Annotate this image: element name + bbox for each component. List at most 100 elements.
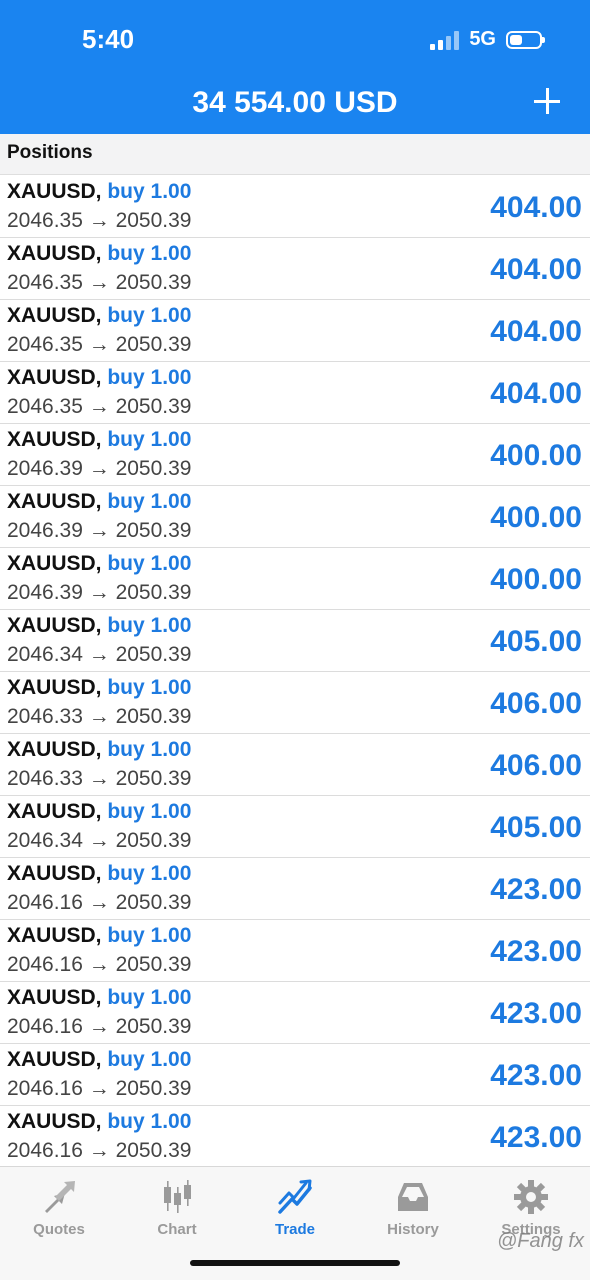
tab-chart[interactable]: Chart xyxy=(118,1173,236,1238)
position-prices: 2046.34 → 2050.39 xyxy=(7,643,192,666)
position-profit: 406.00 xyxy=(490,687,582,720)
position-side: buy 1.00 xyxy=(107,1048,192,1071)
position-row[interactable]: XAUUSD, buy 1.00 2046.35 → 2050.39 404.00 xyxy=(0,362,590,424)
position-symbol: XAUUSD, xyxy=(7,862,102,885)
tab-label: Chart xyxy=(157,1221,197,1238)
position-profit: 423.00 xyxy=(490,997,582,1030)
position-title: XAUUSD, buy 1.00 xyxy=(7,180,191,204)
position-prices: 2046.35 → 2050.39 xyxy=(7,395,192,418)
position-symbol: XAUUSD, xyxy=(7,1048,102,1071)
position-title: XAUUSD, buy 1.00 xyxy=(7,1048,191,1072)
position-side: buy 1.00 xyxy=(107,490,192,513)
position-title: XAUUSD, buy 1.00 xyxy=(7,428,191,452)
position-row[interactable]: XAUUSD, buy 1.00 2046.35 → 2050.39 404.00 xyxy=(0,176,590,238)
quotes-arrows-icon xyxy=(45,1181,75,1213)
position-prices: 2046.16 → 2050.39 xyxy=(7,1139,192,1162)
position-profit: 423.00 xyxy=(490,935,582,968)
position-title: XAUUSD, buy 1.00 xyxy=(7,800,191,824)
position-side: buy 1.00 xyxy=(107,552,192,575)
trade-trend-icon xyxy=(278,1179,312,1214)
position-row[interactable]: XAUUSD, buy 1.00 2046.16 → 2050.39 423.00 xyxy=(0,1106,590,1168)
position-prices: 2046.16 → 2050.39 xyxy=(7,1077,192,1100)
position-row[interactable]: XAUUSD, buy 1.00 2046.39 → 2050.39 400.00 xyxy=(0,486,590,548)
add-order-button[interactable] xyxy=(534,88,560,114)
position-symbol: XAUUSD, xyxy=(7,366,102,389)
position-title: XAUUSD, buy 1.00 xyxy=(7,1110,191,1134)
position-profit: 423.00 xyxy=(490,873,582,906)
position-profit: 404.00 xyxy=(490,377,582,410)
position-symbol: XAUUSD, xyxy=(7,614,102,637)
position-symbol: XAUUSD, xyxy=(7,924,102,947)
position-title: XAUUSD, buy 1.00 xyxy=(7,490,191,514)
position-title: XAUUSD, buy 1.00 xyxy=(7,614,191,638)
position-prices: 2046.39 → 2050.39 xyxy=(7,581,192,604)
position-symbol: XAUUSD, xyxy=(7,676,102,699)
position-profit: 400.00 xyxy=(490,501,582,534)
position-side: buy 1.00 xyxy=(107,428,192,451)
position-profit: 423.00 xyxy=(490,1121,582,1154)
position-prices: 2046.16 → 2050.39 xyxy=(7,953,192,976)
app-header: 5:40 5G 34 554.00 USD xyxy=(0,0,590,134)
position-symbol: XAUUSD, xyxy=(7,800,102,823)
position-row[interactable]: XAUUSD, buy 1.00 2046.39 → 2050.39 400.00 xyxy=(0,548,590,610)
position-row[interactable]: XAUUSD, buy 1.00 2046.34 → 2050.39 405.00 xyxy=(0,796,590,858)
home-indicator[interactable] xyxy=(190,1260,400,1266)
position-prices: 2046.16 → 2050.39 xyxy=(7,1015,192,1038)
position-profit: 423.00 xyxy=(490,1059,582,1092)
position-row[interactable]: XAUUSD, buy 1.00 2046.39 → 2050.39 400.00 xyxy=(0,424,590,486)
signal-icon xyxy=(430,30,460,50)
position-prices: 2046.33 → 2050.39 xyxy=(7,767,192,790)
status-time: 5:40 xyxy=(82,24,135,54)
account-balance: 34 554.00 USD xyxy=(192,86,398,119)
position-title: XAUUSD, buy 1.00 xyxy=(7,738,191,762)
position-profit: 405.00 xyxy=(490,811,582,844)
position-title: XAUUSD, buy 1.00 xyxy=(7,242,191,266)
position-row[interactable]: XAUUSD, buy 1.00 2046.35 → 2050.39 404.00 xyxy=(0,238,590,300)
position-symbol: XAUUSD, xyxy=(7,304,102,327)
position-side: buy 1.00 xyxy=(107,738,192,761)
position-prices: 2046.39 → 2050.39 xyxy=(7,519,192,542)
tab-settings[interactable]: Settings xyxy=(472,1173,590,1238)
position-profit: 400.00 xyxy=(490,439,582,472)
position-symbol: XAUUSD, xyxy=(7,738,102,761)
position-row[interactable]: XAUUSD, buy 1.00 2046.34 → 2050.39 405.00 xyxy=(0,610,590,672)
position-title: XAUUSD, buy 1.00 xyxy=(7,366,191,390)
position-row[interactable]: XAUUSD, buy 1.00 2046.33 → 2050.39 406.00 xyxy=(0,672,590,734)
position-side: buy 1.00 xyxy=(107,242,192,265)
position-profit: 404.00 xyxy=(490,253,582,286)
position-row[interactable]: XAUUSD, buy 1.00 2046.16 → 2050.39 423.00 xyxy=(0,1044,590,1106)
position-title: XAUUSD, buy 1.00 xyxy=(7,924,191,948)
position-side: buy 1.00 xyxy=(107,986,192,1009)
position-prices: 2046.33 → 2050.39 xyxy=(7,705,192,728)
tab-label: Quotes xyxy=(33,1221,85,1238)
position-title: XAUUSD, buy 1.00 xyxy=(7,552,191,576)
tab-history[interactable]: History xyxy=(354,1173,472,1238)
position-title: XAUUSD, buy 1.00 xyxy=(7,986,191,1010)
position-symbol: XAUUSD, xyxy=(7,428,102,451)
battery-icon xyxy=(506,30,545,49)
position-profit: 404.00 xyxy=(490,315,582,348)
position-prices: 2046.35 → 2050.39 xyxy=(7,333,192,356)
position-prices: 2046.35 → 2050.39 xyxy=(7,271,192,294)
position-side: buy 1.00 xyxy=(107,304,192,327)
position-profit: 405.00 xyxy=(490,625,582,658)
position-side: buy 1.00 xyxy=(107,180,192,203)
position-side: buy 1.00 xyxy=(107,614,192,637)
position-prices: 2046.39 → 2050.39 xyxy=(7,457,192,480)
position-row[interactable]: XAUUSD, buy 1.00 2046.16 → 2050.39 423.00 xyxy=(0,858,590,920)
position-symbol: XAUUSD, xyxy=(7,986,102,1009)
position-row[interactable]: XAUUSD, buy 1.00 2046.35 → 2050.39 404.00 xyxy=(0,300,590,362)
tab-trade[interactable]: Trade xyxy=(236,1173,354,1238)
positions-list: XAUUSD, buy 1.00 2046.35 → 2050.39 404.00 X… xyxy=(0,176,590,1168)
position-side: buy 1.00 xyxy=(107,800,192,823)
position-row[interactable]: XAUUSD, buy 1.00 2046.16 → 2050.39 423.00 xyxy=(0,920,590,982)
tab-quotes[interactable]: Quotes xyxy=(0,1173,118,1238)
status-indicators: 5G xyxy=(430,28,545,51)
position-row[interactable]: XAUUSD, buy 1.00 2046.33 → 2050.39 406.00 xyxy=(0,734,590,796)
position-prices: 2046.16 → 2050.39 xyxy=(7,891,192,914)
position-title: XAUUSD, buy 1.00 xyxy=(7,304,191,328)
gear-icon xyxy=(514,1180,548,1214)
position-row[interactable]: XAUUSD, buy 1.00 2046.16 → 2050.39 423.00 xyxy=(0,982,590,1044)
position-prices: 2046.34 → 2050.39 xyxy=(7,829,192,852)
position-title: XAUUSD, buy 1.00 xyxy=(7,676,191,700)
